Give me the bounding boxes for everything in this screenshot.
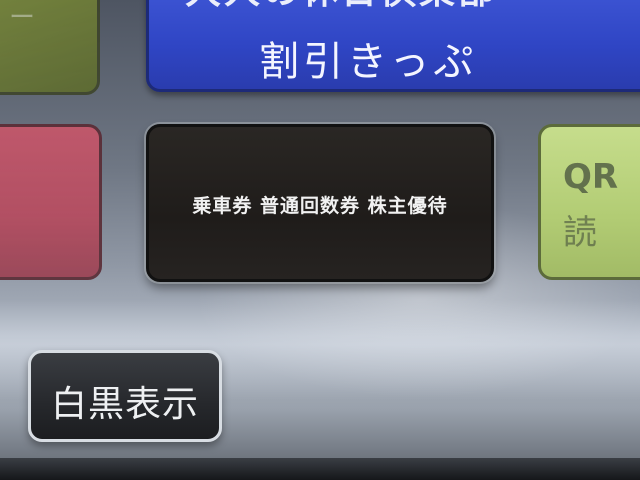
ticket-type-button[interactable]: 乗車券 普通回数券 株主優待 <box>146 124 494 282</box>
ticket-machine-screen: ー 大人の休日倶楽部 割引きっぷ 乗車券 普通回数券 株主優待 QR 読 白黒表… <box>0 0 640 480</box>
monochrome-display-button[interactable]: 白黒表示 <box>28 350 222 442</box>
menu-tile-left-red[interactable] <box>0 124 102 280</box>
menu-tile-top-left-label: ー <box>9 3 38 33</box>
discount-ticket-line1: 大人の休日倶楽部 <box>185 0 585 19</box>
ticket-type-label: 乗車券 普通回数券 株主優待 <box>192 195 448 217</box>
discount-ticket-line2: 割引きっぷ <box>259 39 478 85</box>
qr-code-button[interactable]: QR 読 <box>538 124 640 280</box>
screen-bezel <box>0 458 640 480</box>
discount-ticket-button[interactable]: 大人の休日倶楽部 割引きっぷ <box>146 0 640 92</box>
qr-code-label-line1: QR <box>563 157 619 197</box>
qr-code-label-line2: 読 <box>563 213 597 253</box>
menu-tile-top-left[interactable]: ー <box>0 0 100 95</box>
monochrome-display-label: 白黒表示 <box>50 384 199 425</box>
